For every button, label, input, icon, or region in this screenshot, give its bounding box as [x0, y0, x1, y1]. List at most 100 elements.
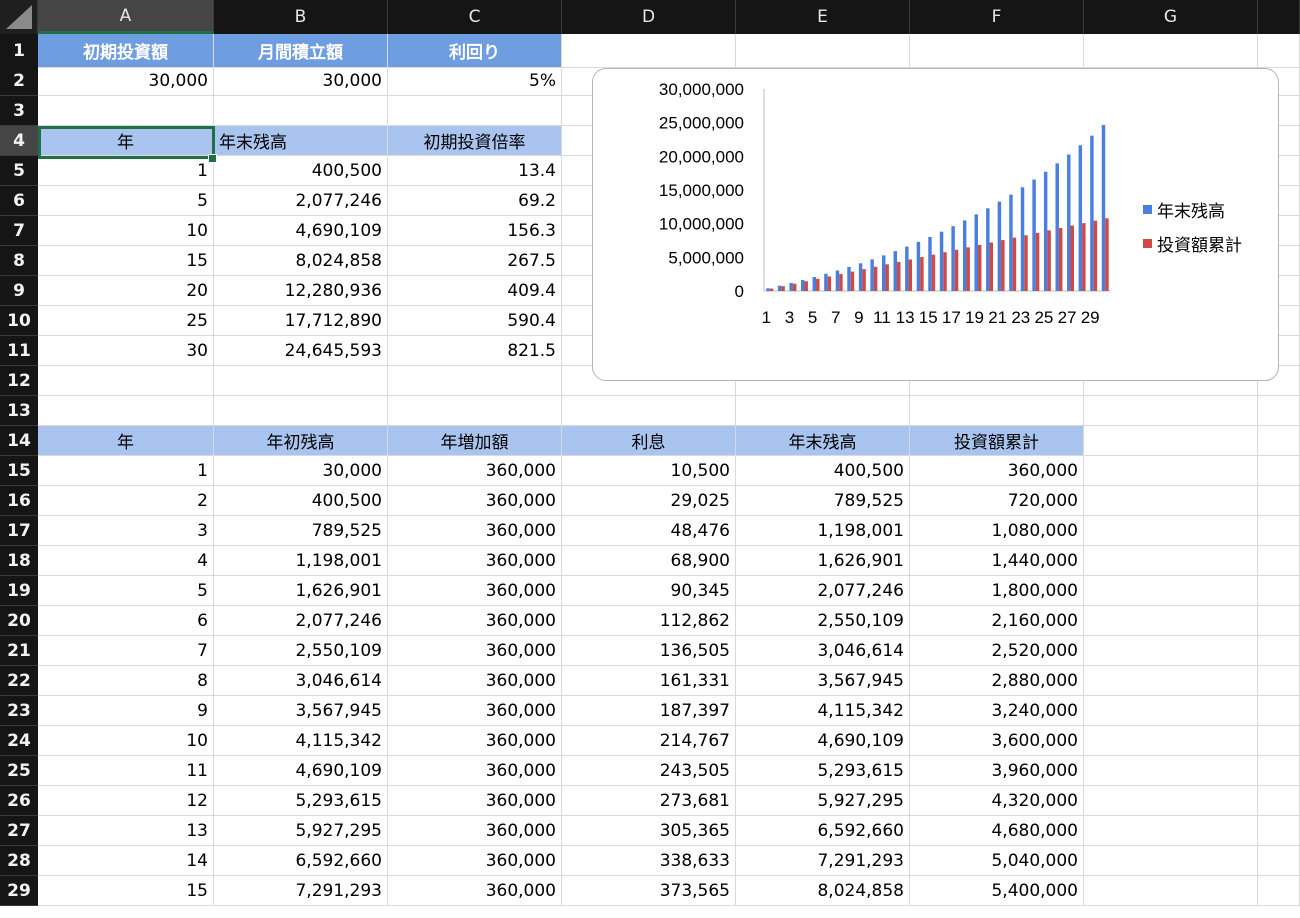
detail-data-cell[interactable]: 400,500 [214, 486, 388, 516]
detail-data-cell[interactable]: 2,520,000 [910, 636, 1084, 666]
empty-cell[interactable] [1258, 786, 1300, 816]
empty-cell[interactable] [736, 34, 910, 68]
detail-data-cell[interactable]: 360,000 [388, 666, 562, 696]
detail-data-cell[interactable]: 373,565 [562, 876, 736, 906]
detail-header-cell[interactable]: 年増加額 [388, 426, 562, 456]
empty-cell[interactable] [910, 34, 1084, 68]
column-header-a[interactable]: A [38, 0, 214, 34]
row-header-27[interactable]: 27 [0, 816, 38, 846]
row-header-21[interactable]: 21 [0, 636, 38, 666]
detail-data-cell[interactable]: 4,115,342 [736, 696, 910, 726]
detail-data-cell[interactable]: 360,000 [388, 576, 562, 606]
empty-cell[interactable] [562, 34, 736, 68]
detail-data-cell[interactable]: 2,550,109 [736, 606, 910, 636]
detail-data-cell[interactable]: 360,000 [388, 636, 562, 666]
detail-data-cell[interactable]: 3,046,614 [736, 636, 910, 666]
column-header-e[interactable]: E [736, 0, 910, 34]
summary-data-cell[interactable]: 156.3 [388, 216, 562, 246]
detail-data-cell[interactable]: 360,000 [388, 606, 562, 636]
empty-cell[interactable] [1258, 636, 1300, 666]
detail-data-cell[interactable]: 112,862 [562, 606, 736, 636]
input-header-cell[interactable]: 初期投資額 [38, 34, 214, 68]
row-header-5[interactable]: 5 [0, 156, 38, 186]
detail-data-cell[interactable]: 1,080,000 [910, 516, 1084, 546]
row-header-29[interactable]: 29 [0, 876, 38, 906]
row-header-14[interactable]: 14 [0, 426, 38, 456]
detail-data-cell[interactable]: 161,331 [562, 666, 736, 696]
column-header-f[interactable]: F [910, 0, 1084, 34]
fill-handle[interactable] [208, 154, 217, 163]
empty-cell[interactable] [1084, 34, 1258, 68]
detail-data-cell[interactable]: 5,040,000 [910, 846, 1084, 876]
empty-cell[interactable] [214, 96, 388, 126]
empty-cell[interactable] [1258, 426, 1300, 456]
empty-cell[interactable] [38, 396, 214, 426]
input-value-cell[interactable]: 30,000 [38, 66, 214, 96]
summary-data-cell[interactable]: 400,500 [214, 156, 388, 186]
detail-data-cell[interactable]: 2,077,246 [214, 606, 388, 636]
empty-cell[interactable] [1258, 396, 1300, 426]
select-all-corner[interactable] [0, 0, 38, 34]
empty-cell[interactable] [1084, 726, 1258, 756]
detail-data-cell[interactable]: 4,680,000 [910, 816, 1084, 846]
detail-data-cell[interactable]: 136,505 [562, 636, 736, 666]
detail-data-cell[interactable]: 1 [38, 456, 214, 486]
input-value-cell[interactable]: 5% [388, 66, 562, 96]
empty-cell[interactable] [562, 396, 736, 426]
column-header-c[interactable]: C [388, 0, 562, 34]
detail-data-cell[interactable]: 187,397 [562, 696, 736, 726]
detail-data-cell[interactable]: 3 [38, 516, 214, 546]
row-header-6[interactable]: 6 [0, 186, 38, 216]
row-header-18[interactable]: 18 [0, 546, 38, 576]
detail-data-cell[interactable]: 305,365 [562, 816, 736, 846]
row-header-17[interactable]: 17 [0, 516, 38, 546]
empty-cell[interactable] [1258, 456, 1300, 486]
column-header-g[interactable]: G [1084, 0, 1258, 34]
empty-cell[interactable] [1258, 606, 1300, 636]
detail-data-cell[interactable]: 5,293,615 [736, 756, 910, 786]
row-header-22[interactable]: 22 [0, 666, 38, 696]
detail-data-cell[interactable]: 2,160,000 [910, 606, 1084, 636]
empty-cell[interactable] [38, 96, 214, 126]
row-header-19[interactable]: 19 [0, 576, 38, 606]
summary-data-cell[interactable]: 17,712,890 [214, 306, 388, 336]
detail-data-cell[interactable]: 360,000 [388, 846, 562, 876]
detail-data-cell[interactable]: 1,800,000 [910, 576, 1084, 606]
detail-data-cell[interactable]: 7,291,293 [736, 846, 910, 876]
row-header-3[interactable]: 3 [0, 96, 38, 126]
detail-data-cell[interactable]: 360,000 [388, 816, 562, 846]
detail-data-cell[interactable]: 3,240,000 [910, 696, 1084, 726]
empty-cell[interactable] [388, 396, 562, 426]
row-header-25[interactable]: 25 [0, 756, 38, 786]
empty-cell[interactable] [1084, 876, 1258, 906]
row-header-15[interactable]: 15 [0, 456, 38, 486]
column-header-h[interactable] [1258, 0, 1300, 34]
summary-header-cell[interactable]: 年末残高 [214, 126, 388, 156]
chart[interactable]: 30,000,000 25,000,000 20,000,000 15,000,000… [592, 68, 1279, 381]
summary-data-cell[interactable]: 2,077,246 [214, 186, 388, 216]
empty-cell[interactable] [388, 366, 562, 396]
detail-data-cell[interactable]: 789,525 [214, 516, 388, 546]
detail-data-cell[interactable]: 7 [38, 636, 214, 666]
row-header-1[interactable]: 1 [0, 34, 38, 68]
detail-data-cell[interactable]: 10,500 [562, 456, 736, 486]
detail-data-cell[interactable]: 360,000 [388, 516, 562, 546]
detail-data-cell[interactable]: 360,000 [388, 546, 562, 576]
detail-data-cell[interactable]: 15 [38, 876, 214, 906]
empty-cell[interactable] [1084, 546, 1258, 576]
empty-cell[interactable] [214, 366, 388, 396]
detail-data-cell[interactable]: 1,626,901 [214, 576, 388, 606]
detail-header-cell[interactable]: 投資額累計 [910, 426, 1084, 456]
empty-cell[interactable] [910, 396, 1084, 426]
detail-data-cell[interactable]: 10 [38, 726, 214, 756]
summary-data-cell[interactable]: 15 [38, 246, 214, 276]
summary-data-cell[interactable]: 4,690,109 [214, 216, 388, 246]
summary-header-cell[interactable]: 初期投資倍率 [388, 126, 562, 156]
summary-data-cell[interactable]: 20 [38, 276, 214, 306]
summary-data-cell[interactable]: 10 [38, 216, 214, 246]
detail-data-cell[interactable]: 5,400,000 [910, 876, 1084, 906]
detail-data-cell[interactable]: 360,000 [388, 756, 562, 786]
row-header-9[interactable]: 9 [0, 276, 38, 306]
detail-data-cell[interactable]: 3,567,945 [736, 666, 910, 696]
detail-data-cell[interactable]: 1,198,001 [736, 516, 910, 546]
